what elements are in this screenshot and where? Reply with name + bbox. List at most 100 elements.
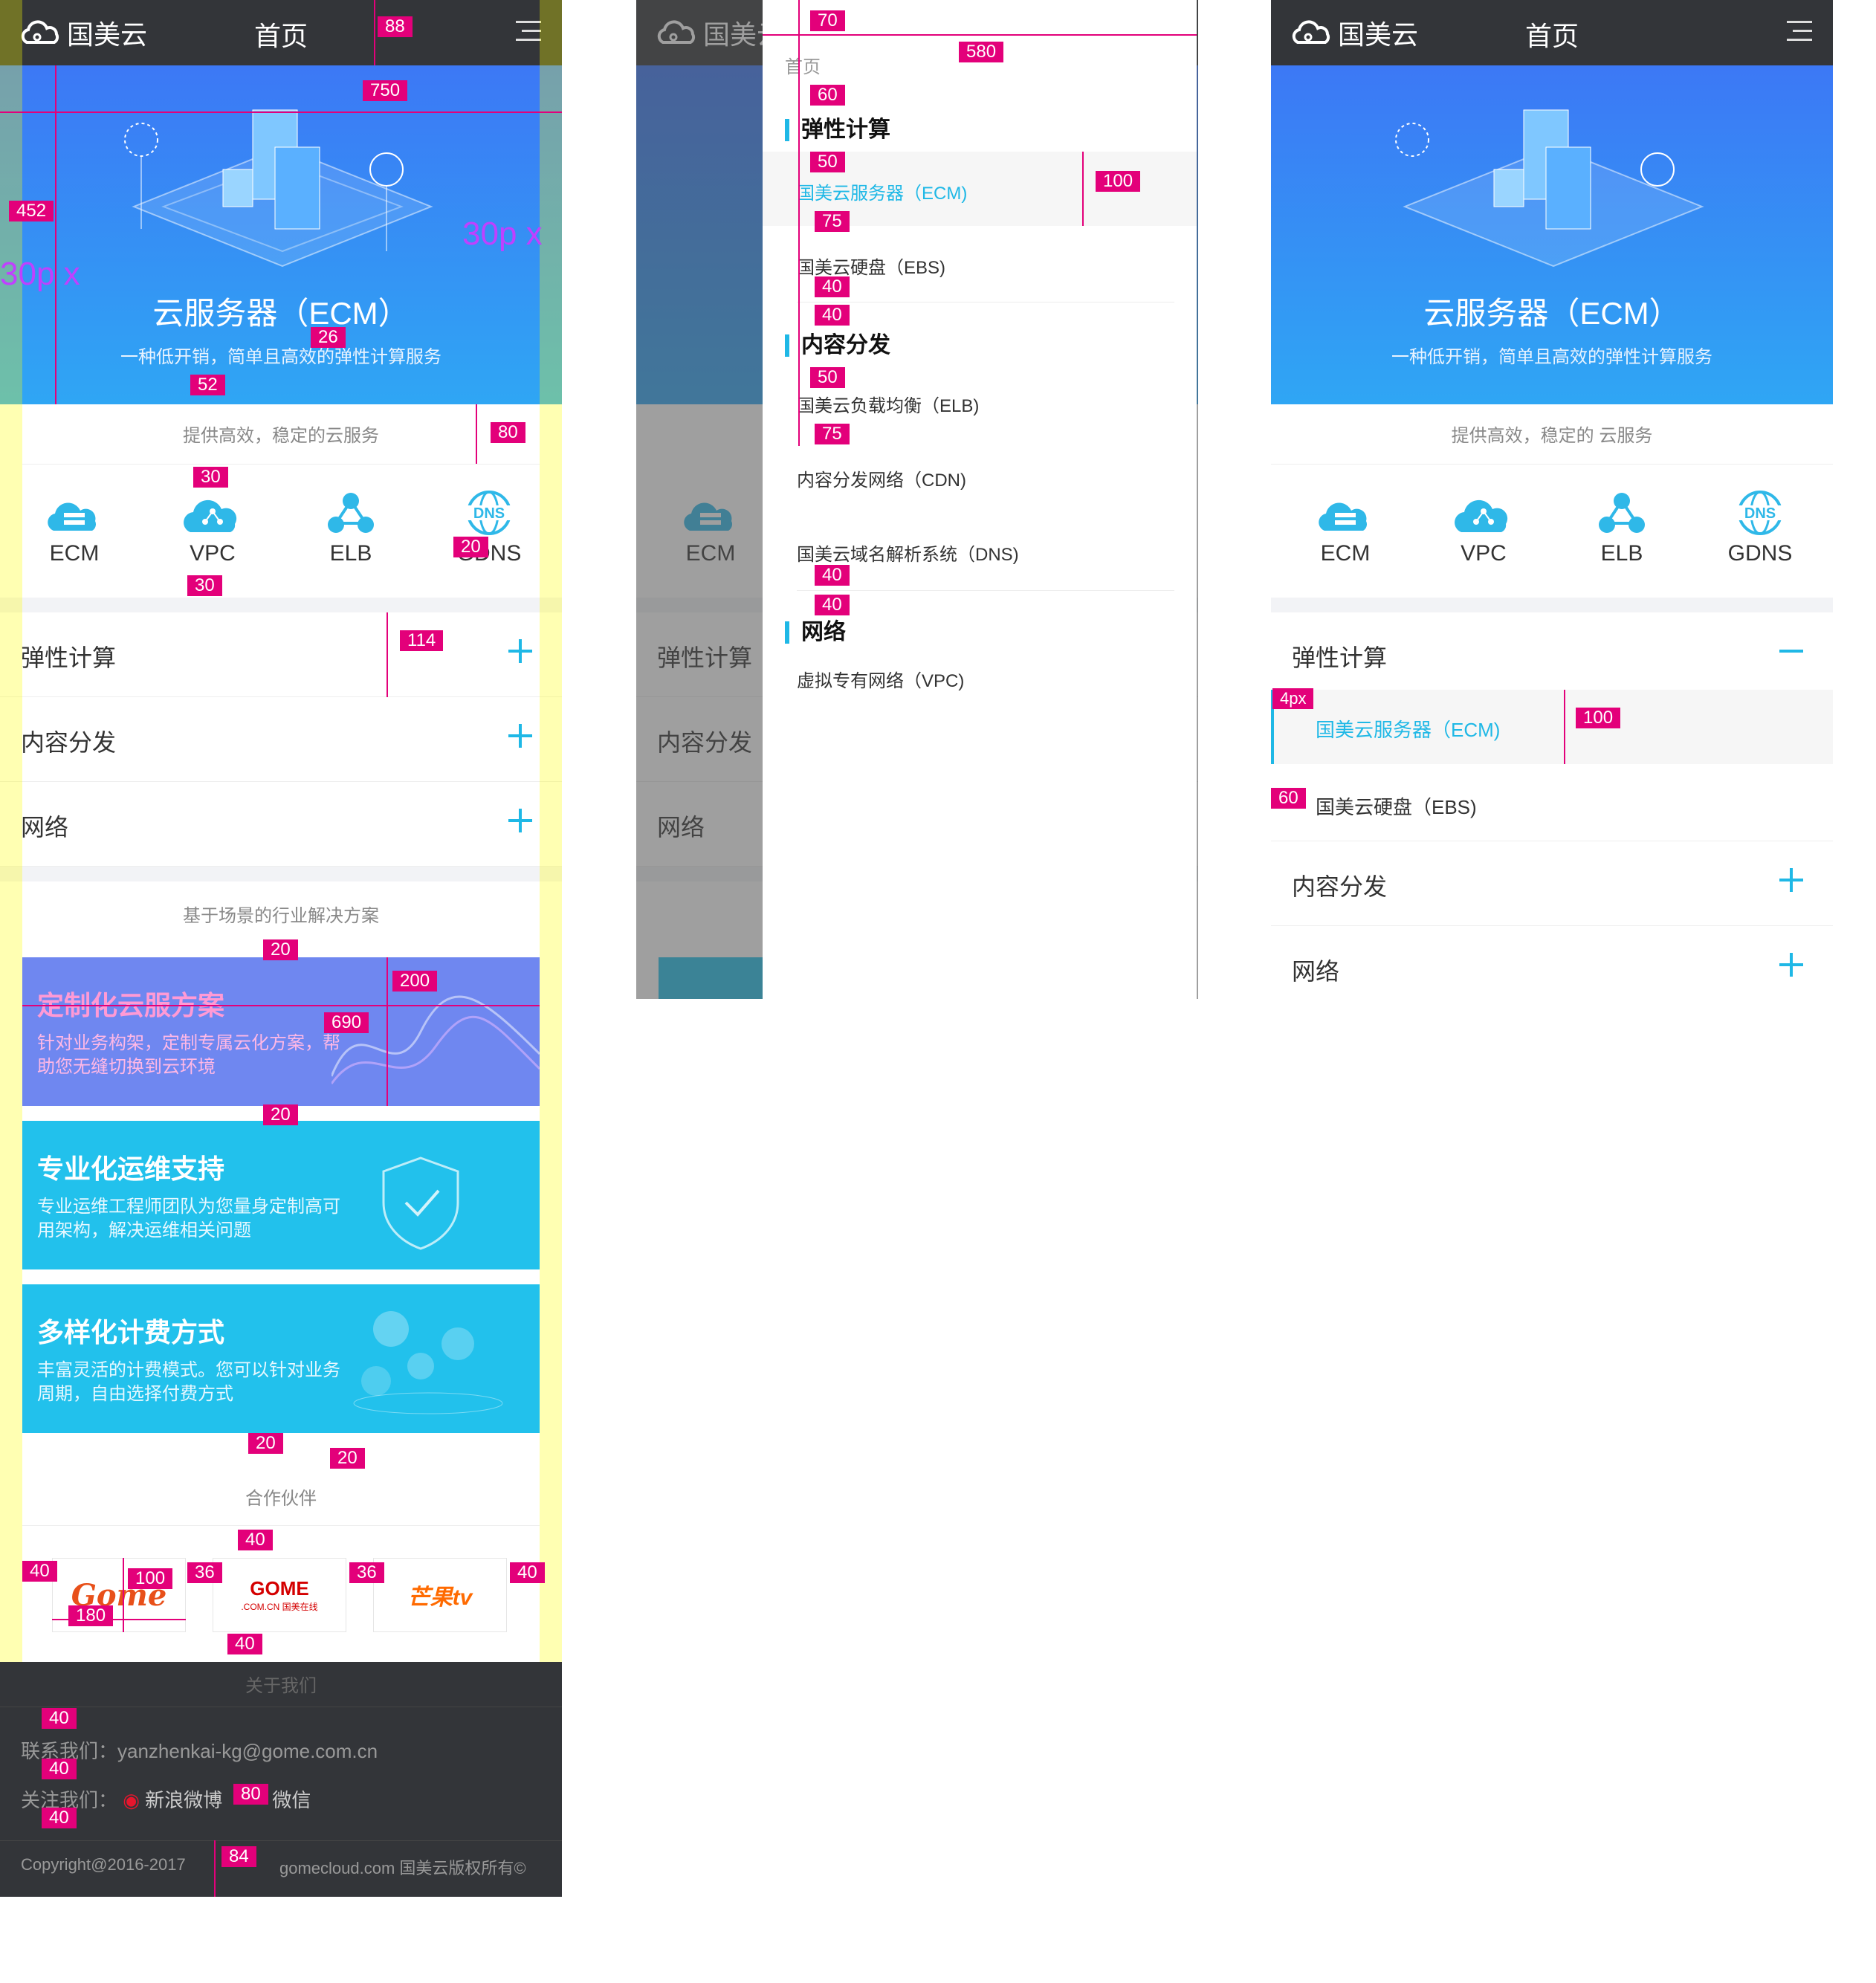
accordion-label: 网络 — [21, 814, 69, 841]
measurement-annotation: 60 — [810, 85, 845, 106]
measurement-annotation: 40 — [815, 565, 850, 586]
card-desc: 丰富灵活的计费模式。您可以针对业务周期，自由选择付费方式 — [37, 1360, 340, 1404]
accordion-content-delivery[interactable]: 内容分发 — [0, 697, 562, 782]
load-balancer-icon — [328, 493, 374, 533]
plus-icon[interactable] — [508, 639, 532, 663]
measurement-annotation: 114 — [400, 630, 444, 651]
accordion-elastic-compute-expanded[interactable]: 弹性计算 — [1271, 612, 1833, 697]
solution-card-ops[interactable]: 专业化运维支持 专业运维工程师团队为您量身定制高可用架构，解决运维相关问题 — [22, 1121, 540, 1269]
accordion-label: 内容分发 — [1292, 873, 1388, 900]
minus-icon[interactable] — [1779, 650, 1803, 653]
card-title: 多样化计费方式 — [37, 1317, 225, 1348]
solution-card-custom[interactable]: 定制化云服方案 针对业务构架，定制专属云化方案，帮助您无缝切换到云环境 — [22, 957, 540, 1106]
drawer-item-ecm[interactable]: 国美云服务器（ECM) — [797, 178, 967, 204]
product-label: GDNS — [1727, 541, 1793, 566]
accordion-label: 弹性计算 — [21, 644, 117, 671]
banner-subtitle: 一种低开销，简单且高效的弹性计算服务 — [1391, 347, 1712, 367]
plus-icon[interactable] — [508, 724, 532, 748]
measurement-annotation: 36 — [349, 1562, 384, 1583]
accordion-child-ebs: 国美云硬盘（EBS) — [1316, 796, 1477, 818]
measurement-annotation: 452 — [9, 201, 54, 221]
plus-icon[interactable] — [508, 809, 532, 832]
product-label: VPC — [1461, 541, 1507, 566]
cloud-server-icon — [48, 502, 96, 531]
measurement-annotation: 40 — [42, 1808, 77, 1828]
svg-text:DNS: DNS — [473, 505, 505, 522]
measurement-annotation: 4px — [1272, 688, 1314, 709]
product-gdns[interactable]: DNS GDNS — [433, 491, 545, 566]
measurement-annotation: 30 — [193, 467, 228, 488]
shield-icon — [382, 1157, 459, 1250]
measurement-annotation: 75 — [815, 211, 850, 232]
cloud-network-icon — [184, 499, 237, 532]
isometric-servers-illustration — [1395, 109, 1704, 268]
plus-icon[interactable] — [1779, 868, 1803, 892]
about-us-link[interactable]: 关于我们 — [0, 1671, 562, 1697]
accordion-child-row[interactable]: 国美云硬盘（EBS) — [1271, 764, 1833, 841]
product-label: ELB — [1600, 541, 1643, 566]
measurement-annotation: 40 — [815, 305, 850, 326]
accordion-elastic-compute[interactable]: 弹性计算 — [0, 612, 562, 697]
measurement-annotation: 80 — [233, 1784, 268, 1805]
measurement-annotation: 750 — [363, 80, 408, 101]
plus-icon[interactable] — [1779, 953, 1803, 977]
banner-title: 云服务器（ECM） — [1423, 296, 1681, 331]
accordion-content-delivery[interactable]: 内容分发 — [1271, 841, 1833, 926]
accordion-child-active[interactable]: 国美云服务器（ECM) — [1271, 690, 1833, 764]
footer: 关于我们 联系我们：yanzhenkai-kg@gome.com.cn 关注我们… — [0, 1662, 562, 1897]
accordion-network[interactable]: 网络 — [1271, 926, 1833, 999]
menu-icon[interactable] — [1787, 21, 1812, 43]
drawer-item-dns[interactable]: 国美云域名解析系统（DNS) — [797, 540, 1019, 566]
measurement-annotation: 20 — [263, 939, 298, 960]
cloud-server-icon — [1319, 502, 1367, 531]
wave-illustration — [331, 995, 540, 1084]
product-elb[interactable]: ELB — [1566, 491, 1678, 566]
measurement-annotation: 20 — [330, 1448, 365, 1469]
wechat-link[interactable]: 微信 — [272, 1789, 311, 1811]
card-desc: 专业运维工程师团队为您量身定制高可用架构，解决运维相关问题 — [37, 1197, 340, 1240]
measurement-annotation: 40 — [815, 276, 850, 297]
product-vpc[interactable]: VPC — [157, 491, 268, 566]
measurement-annotation: 20 — [248, 1433, 283, 1454]
drawer-home-link[interactable]: 首页 — [785, 52, 821, 78]
partners-heading: 合作伙伴 — [245, 1489, 317, 1509]
measurement-annotation: 40 — [42, 1759, 77, 1779]
copyright-years: Copyright@2016-2017 — [21, 1855, 186, 1874]
accordion-label: 内容分发 — [21, 729, 117, 756]
partner-logo-subtext: .COM.CN 国美在线 — [241, 1602, 318, 1612]
menu-icon[interactable] — [516, 21, 541, 43]
drawer-item-cdn[interactable]: 内容分发网络（CDN) — [797, 465, 966, 491]
product-ecm[interactable]: ECM — [19, 491, 130, 566]
measurement-annotation: 40 — [227, 1634, 262, 1654]
measurement-annotation: 70 — [810, 10, 845, 31]
partner-gome-online[interactable]: GOME .COM.CN 国美在线 — [213, 1558, 346, 1632]
product-ecm[interactable]: ECM — [1290, 491, 1401, 566]
weibo-link[interactable]: 新浪微博 — [145, 1789, 222, 1811]
drawer-item-elb[interactable]: 国美云负载均衡（ELB) — [797, 391, 979, 417]
measurement-annotation: 30 — [187, 575, 222, 596]
drawer-group-content-delivery: 内容分发 — [785, 334, 890, 357]
banner-subtitle: 一种低开销，简单且高效的弹性计算服务 — [120, 347, 441, 367]
partner-mango-tv[interactable]: 芒果tv — [373, 1558, 507, 1632]
drawer-item-ebs[interactable]: 国美云硬盘（EBS) — [797, 253, 945, 279]
measurement-annotation: 40 — [815, 595, 850, 615]
cloud-network-icon — [1455, 499, 1508, 532]
measurement-annotation: 580 — [959, 42, 1004, 62]
partner-logo-text: GOME — [250, 1577, 309, 1599]
product-vpc[interactable]: VPC — [1428, 491, 1539, 566]
measurement-annotation: 40 — [42, 1708, 77, 1729]
drawer-group-network: 网络 — [785, 621, 846, 644]
measurement-annotation: 690 — [324, 1012, 369, 1033]
solution-card-billing[interactable]: 多样化计费方式 丰富灵活的计费模式。您可以针对业务周期，自由选择付费方式 — [22, 1284, 540, 1433]
drawer-item-vpc[interactable]: 虚拟专有网络（VPC) — [797, 666, 964, 692]
product-gdns[interactable]: DNS GDNS — [1704, 491, 1816, 566]
product-elb[interactable]: ELB — [295, 491, 407, 566]
measurement-annotation: 20 — [453, 537, 488, 557]
measurement-annotation: 100 — [128, 1568, 173, 1589]
card-title: 定制化云服方案 — [37, 990, 225, 1020]
measurement-annotation: 40 — [238, 1530, 273, 1550]
accordion-network[interactable]: 网络 — [0, 782, 562, 867]
nav-drawer: 首页 弹性计算 国美云服务器（ECM) 国美云硬盘（EBS) 内容分发 国美云负… — [763, 0, 1197, 999]
hero-banner[interactable]: 云服务器（ECM） 一种低开销，简单且高效的弹性计算服务 — [1271, 65, 1833, 404]
top-header: 国美云 首页 — [0, 0, 562, 65]
